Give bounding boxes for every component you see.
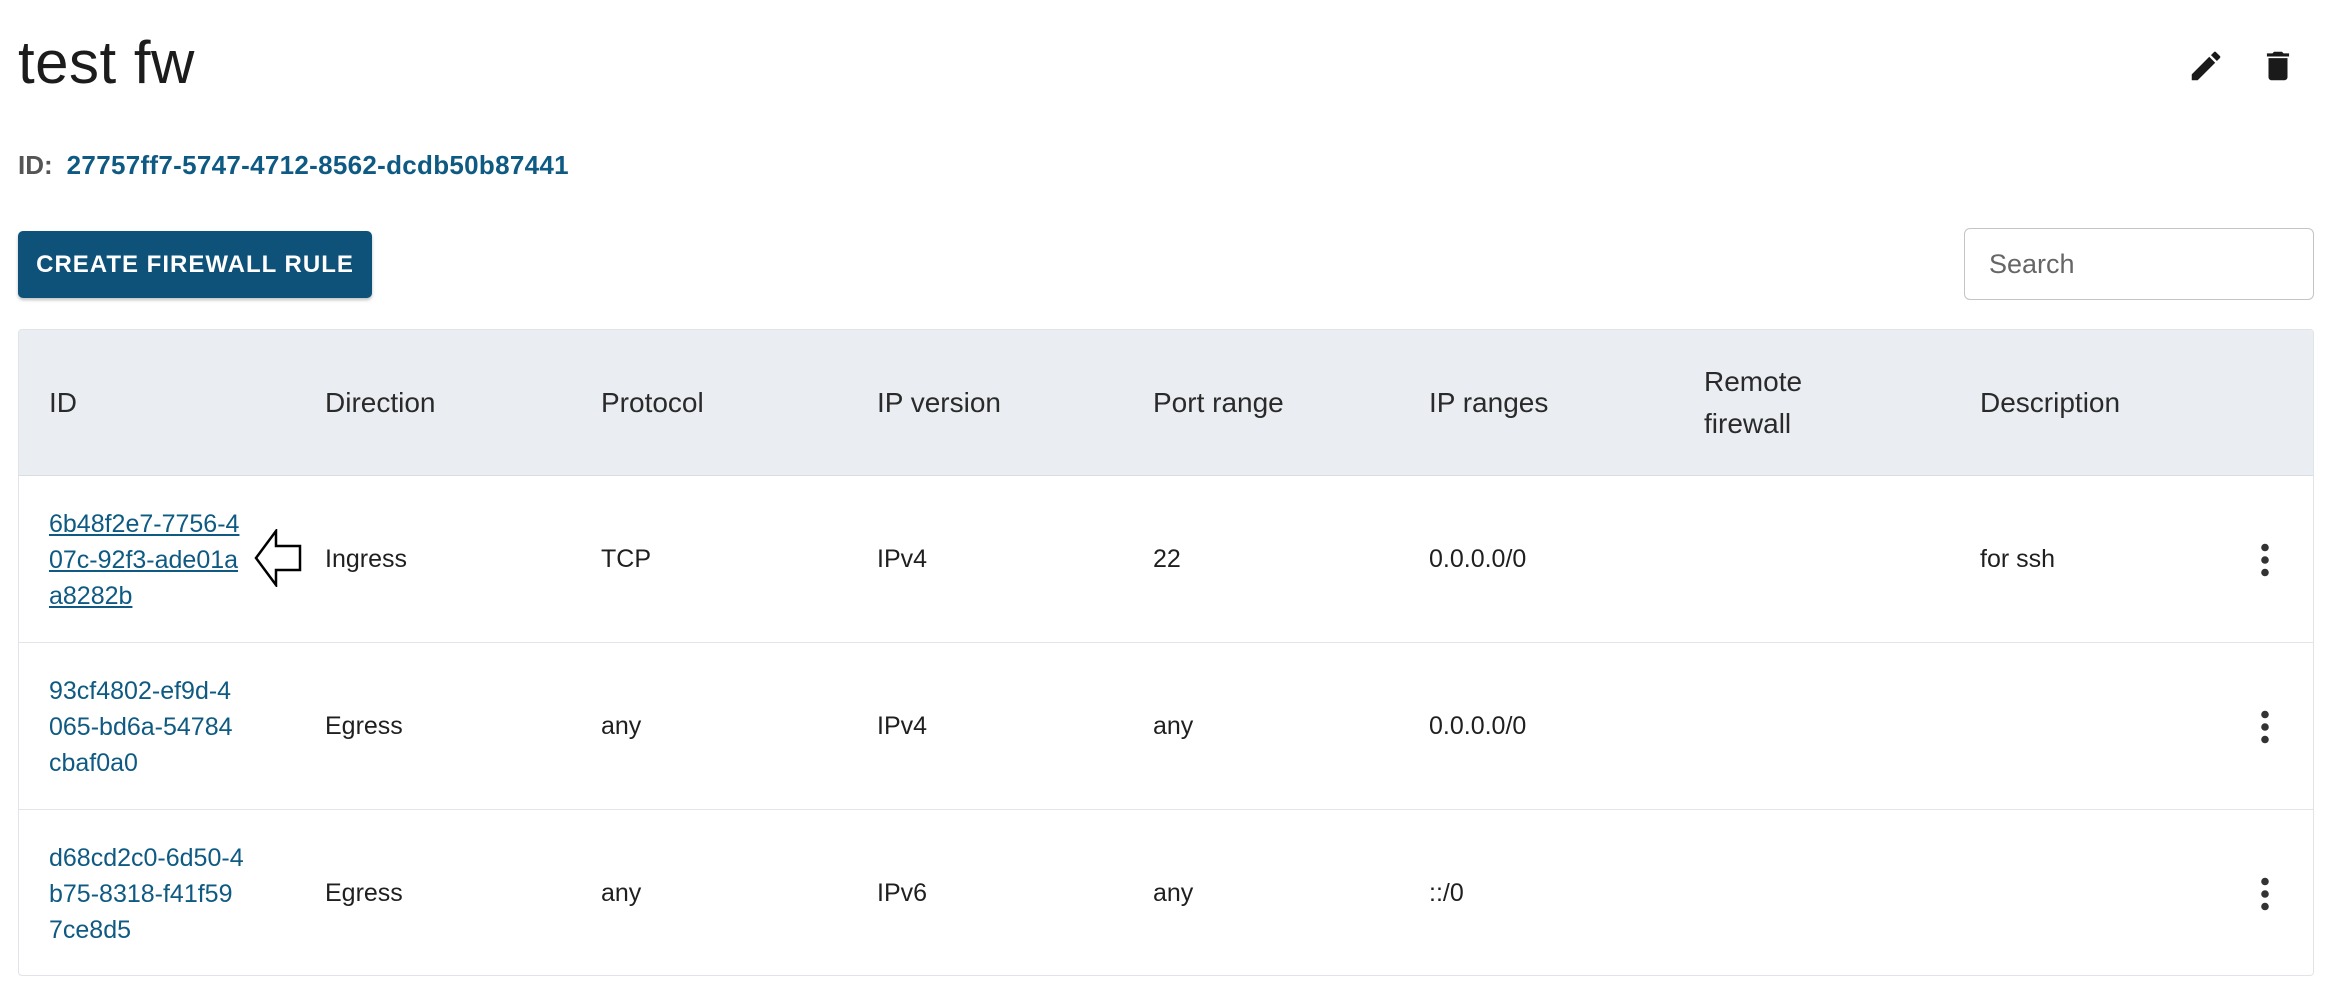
column-header-protocol: Protocol	[601, 387, 704, 418]
column-header-port-range: Port range	[1153, 387, 1284, 418]
rule-direction: Egress	[325, 879, 403, 907]
table-row: d68cd2c0-6d50-4b75-8318-f41f597ce8d5 Egr…	[19, 810, 2313, 975]
column-header-remote-firewall: Remote firewall	[1704, 366, 1803, 439]
delete-button[interactable]	[2250, 38, 2306, 94]
rule-ip-version: IPv6	[877, 879, 928, 907]
trash-icon	[2266, 51, 2290, 81]
more-vertical-icon	[2261, 877, 2269, 910]
rule-port-range: 22	[1153, 545, 1181, 573]
rule-ip-version: IPv4	[877, 545, 928, 573]
rule-direction: Egress	[325, 712, 403, 740]
table-row: 93cf4802-ef9d-4065-bd6a-54784cbaf0a0 Egr…	[19, 643, 2313, 810]
more-vertical-icon	[2261, 543, 2269, 576]
more-vertical-icon	[2261, 710, 2269, 743]
rule-id-link[interactable]: 93cf4802-ef9d-4065-bd6a-54784cbaf0a0	[49, 673, 244, 781]
search-input[interactable]	[1964, 228, 2314, 300]
column-header-direction: Direction	[325, 387, 436, 418]
rule-id-link[interactable]: 6b48f2e7-7756-407c-92f3-ade01aa8282b	[49, 506, 244, 614]
rule-port-range: any	[1153, 879, 1194, 907]
rule-ip-ranges: ::/0	[1429, 879, 1464, 907]
column-header-ip-version: IP version	[877, 387, 1001, 418]
table-header: ID Direction Protocol IP version Port ra…	[19, 330, 2313, 476]
page-title: test fw	[18, 29, 195, 96]
row-actions-button[interactable]	[2245, 643, 2285, 810]
rule-direction: Ingress	[325, 545, 407, 573]
rule-protocol: any	[601, 879, 642, 907]
rule-description: for ssh	[1980, 545, 2056, 573]
pencil-icon	[2191, 51, 2221, 81]
firewall-id-row: ID: 27757ff7-5747-4712-8562-dcdb50b87441	[18, 150, 569, 181]
edit-button[interactable]	[2178, 38, 2234, 94]
rule-ip-ranges: 0.0.0.0/0	[1429, 545, 1527, 573]
rule-protocol: any	[601, 712, 642, 740]
column-header-id: ID	[49, 387, 77, 418]
rule-id-link[interactable]: d68cd2c0-6d50-4b75-8318-f41f597ce8d5	[49, 840, 244, 948]
rule-protocol: TCP	[601, 545, 651, 573]
firewall-id-label: ID:	[18, 150, 53, 180]
firewall-id-value: 27757ff7-5747-4712-8562-dcdb50b87441	[66, 150, 569, 180]
firewall-rules-table: ID Direction Protocol IP version Port ra…	[18, 329, 2314, 976]
column-header-description: Description	[1980, 387, 2121, 418]
table-row: 6b48f2e7-7756-407c-92f3-ade01aa8282b Ing…	[19, 476, 2313, 643]
row-actions-button[interactable]	[2245, 476, 2285, 643]
row-actions-button[interactable]	[2245, 810, 2285, 975]
rule-port-range: any	[1153, 712, 1194, 740]
create-firewall-rule-button[interactable]: CREATE FIREWALL RULE	[18, 231, 372, 298]
rule-ip-ranges: 0.0.0.0/0	[1429, 712, 1527, 740]
rule-ip-version: IPv4	[877, 712, 928, 740]
column-header-ip-ranges: IP ranges	[1429, 387, 1549, 418]
arrow-left-icon	[254, 529, 302, 587]
